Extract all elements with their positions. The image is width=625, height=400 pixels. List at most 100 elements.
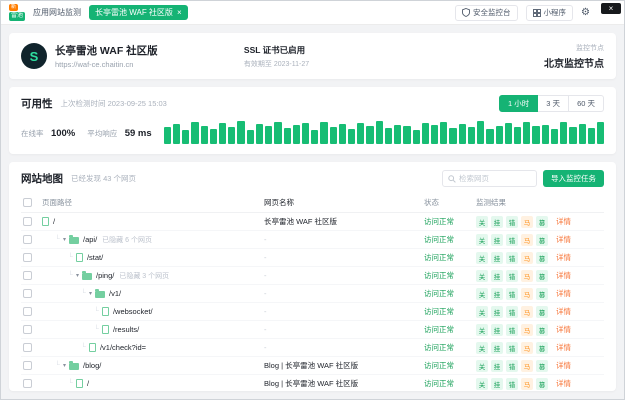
availability-bar [191, 122, 198, 144]
mini-program-icon [533, 9, 541, 17]
cell-page-name: - [264, 235, 424, 244]
availability-bar [357, 123, 364, 144]
range-option-1[interactable]: 3 天 [538, 95, 569, 112]
browser-topbar: 新 雷池 应用网站监测 长亭雷池 WAF 社区版 × 安全监控台 小程序 ⚙ × [1, 1, 624, 25]
mini-program-button[interactable]: 小程序 [526, 5, 574, 21]
search-input[interactable] [459, 174, 531, 183]
monitor-node-value: 北京监控节点 [433, 55, 604, 70]
table-row[interactable]: └▾/v1/-访问正常关挂错马篡详情 [21, 285, 604, 303]
detail-link[interactable]: 详情 [556, 324, 571, 335]
detail-link[interactable]: 详情 [556, 378, 571, 389]
cell-status: 访问正常 [424, 360, 476, 371]
expand-caret-icon[interactable]: ▾ [89, 290, 92, 297]
table-row[interactable]: └/stat/-访问正常关挂错马篡详情 [21, 249, 604, 267]
select-all-checkbox[interactable] [23, 198, 32, 207]
cell-page-name: - [264, 343, 424, 352]
check-tag: 挂 [491, 288, 503, 300]
page-path-link[interactable]: /stat/ [87, 253, 103, 262]
detail-link[interactable]: 详情 [556, 288, 571, 299]
row-checkbox[interactable] [23, 271, 32, 280]
table-body: /长亭雷池 WAF 社区版访问正常关挂错马篡详情└▾/api/已隐藏 6 个网页… [21, 213, 604, 391]
page-path-link[interactable]: /api/ [83, 235, 97, 244]
check-tag: 挂 [491, 324, 503, 336]
page-path-link[interactable]: /v1/ [109, 289, 121, 298]
table-row[interactable]: /长亭雷池 WAF 社区版访问正常关挂错马篡详情 [21, 213, 604, 231]
expand-caret-icon[interactable]: ▾ [76, 272, 79, 279]
row-checkbox[interactable] [23, 379, 32, 388]
detail-link[interactable]: 详情 [556, 360, 571, 371]
search-box[interactable] [442, 170, 537, 187]
availability-bar [274, 122, 281, 144]
table-row[interactable]: └/v1/check?id=-访问正常关挂错马篡详情 [21, 339, 604, 357]
availability-bar [284, 128, 291, 144]
page-path-link[interactable]: / [87, 379, 89, 388]
detail-link[interactable]: 详情 [556, 234, 571, 245]
security-console-button[interactable]: 安全监控台 [455, 5, 518, 21]
import-monitor-task-button[interactable]: 导入监控任务 [543, 170, 604, 187]
expand-caret-icon[interactable]: ▾ [63, 362, 66, 369]
gear-icon[interactable]: ⚙ [581, 8, 590, 18]
availability-bar [542, 125, 549, 144]
detail-link[interactable]: 详情 [556, 252, 571, 263]
check-tag: 马 [521, 252, 533, 264]
row-checkbox[interactable] [23, 307, 32, 316]
sitemap-title: 网站地图 [21, 171, 63, 186]
table-row[interactable]: └/Blog | 长亭雷池 WAF 社区版访问正常关挂错马篡详情 [21, 375, 604, 391]
page-path-link[interactable]: /v1/check?id= [100, 343, 146, 352]
table-row[interactable]: └▾/api/已隐藏 6 个网页-访问正常关挂错马篡详情 [21, 231, 604, 249]
tree-branch-icon: └ [94, 308, 99, 315]
detail-link[interactable]: 详情 [556, 270, 571, 281]
page-path-link[interactable]: /websocket/ [113, 307, 153, 316]
page-path-link[interactable]: /results/ [113, 325, 139, 334]
check-tag: 篡 [536, 342, 548, 354]
check-tag: 篡 [536, 252, 548, 264]
row-checkbox[interactable] [23, 361, 32, 370]
site-logo: S [21, 43, 47, 69]
availability-bar [468, 127, 475, 144]
detail-link[interactable]: 详情 [556, 306, 571, 317]
detail-link[interactable]: 详情 [556, 342, 571, 353]
time-range-selector: 1 小时3 天60 天 [499, 95, 604, 112]
page-path-link[interactable]: /ping/ [96, 271, 114, 280]
folder-icon [69, 363, 79, 370]
availability-bar [422, 123, 429, 144]
range-option-2[interactable]: 60 天 [569, 95, 604, 112]
table-row[interactable]: └▾/blog/Blog | 长亭雷池 WAF 社区版访问正常关挂错马篡详情 [21, 357, 604, 375]
check-tag: 错 [506, 216, 518, 228]
table-row[interactable]: └/results/-访问正常关挂错马篡详情 [21, 321, 604, 339]
availability-bar [237, 121, 244, 144]
expand-caret-icon[interactable]: ▾ [63, 236, 66, 243]
table-row[interactable]: └/websocket/-访问正常关挂错马篡详情 [21, 303, 604, 321]
row-checkbox[interactable] [23, 253, 32, 262]
availability-bar [311, 130, 318, 144]
tab-website-monitor[interactable]: 应用网站监测 [33, 7, 81, 18]
window-close-button[interactable]: × [601, 3, 621, 14]
availability-bar [514, 127, 521, 144]
column-header-name: 网页名称 [264, 197, 424, 208]
row-checkbox[interactable] [23, 235, 32, 244]
page-path-link[interactable]: / [53, 217, 55, 226]
availability-bar [219, 123, 226, 144]
row-checkbox[interactable] [23, 325, 32, 334]
availability-bar [385, 128, 392, 144]
tab-close-icon[interactable]: × [177, 9, 182, 17]
app-logo: 新 雷池 [9, 4, 25, 21]
app-window: 新 雷池 应用网站监测 长亭雷池 WAF 社区版 × 安全监控台 小程序 ⚙ × [0, 0, 625, 400]
check-tag: 马 [521, 288, 533, 300]
cell-page-path: └▾/ping/已隐藏 3 个网页 [42, 271, 264, 281]
row-checkbox[interactable] [23, 289, 32, 298]
site-url-link[interactable]: https://waf-ce.chaitin.cn [55, 60, 158, 69]
row-checkbox[interactable] [23, 343, 32, 352]
range-option-0[interactable]: 1 小时 [499, 95, 538, 112]
table-row[interactable]: └▾/ping/已隐藏 3 个网页-访问正常关挂错马篡详情 [21, 267, 604, 285]
tree-branch-icon: └ [94, 326, 99, 333]
detail-link[interactable]: 详情 [556, 216, 571, 227]
row-checkbox[interactable] [23, 217, 32, 226]
tab-current-site[interactable]: 长亭雷池 WAF 社区版 × [89, 5, 188, 20]
check-tag: 挂 [491, 270, 503, 282]
page-path-link[interactable]: /blog/ [83, 361, 101, 370]
availability-bar [348, 129, 355, 144]
cell-page-path: └ /websocket/ [42, 307, 264, 316]
cell-status: 访问正常 [424, 216, 476, 227]
check-tag: 马 [521, 342, 533, 354]
